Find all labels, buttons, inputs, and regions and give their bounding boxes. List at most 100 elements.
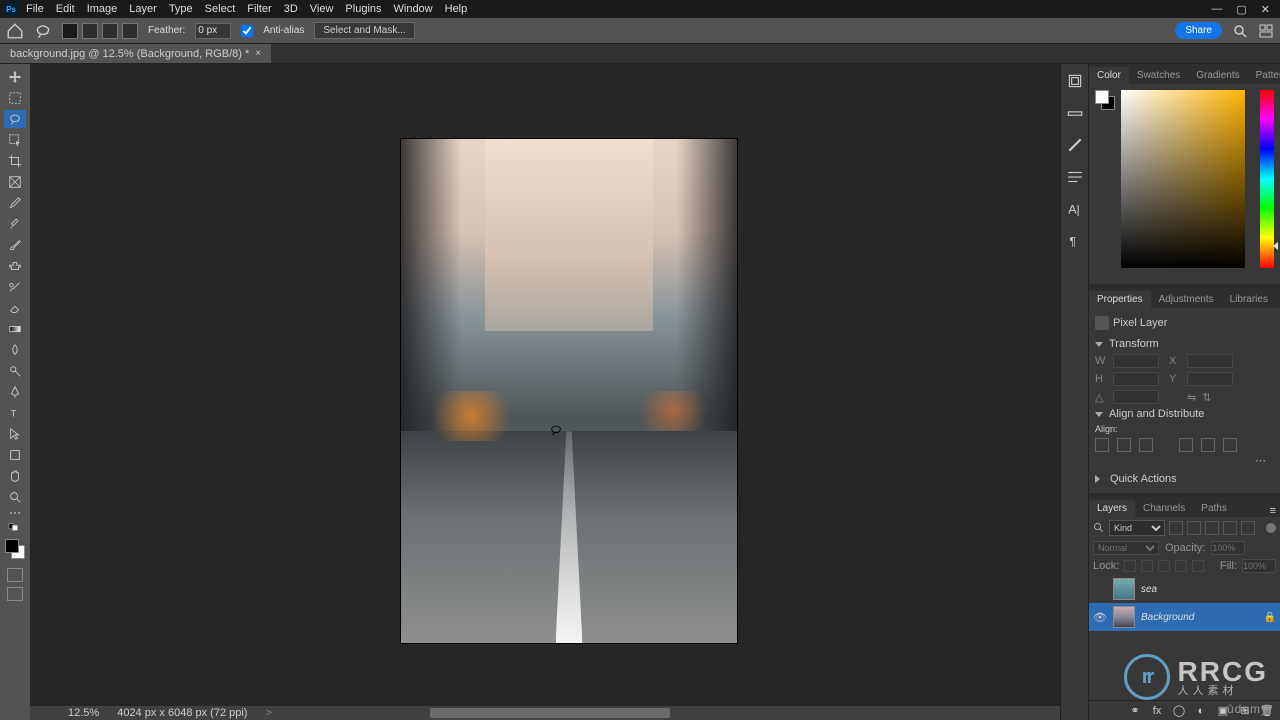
tab-swatches[interactable]: Swatches [1129,67,1188,84]
move-tool[interactable] [4,68,26,86]
gradient-tool[interactable] [4,320,26,338]
lock-artboard-icon[interactable] [1175,560,1187,572]
flip-h-icon[interactable]: ⇋ [1187,391,1196,404]
menu-3d[interactable]: 3D [284,3,298,15]
type-tool[interactable]: T [4,404,26,422]
flip-v-icon[interactable]: ⇅ [1202,391,1211,404]
panel-menu-icon[interactable]: ≡ [1266,505,1280,517]
menu-help[interactable]: Help [445,3,468,15]
clone-stamp-tool[interactable] [4,257,26,275]
crop-tool[interactable] [4,152,26,170]
history-panel-icon[interactable] [1066,72,1084,90]
hand-tool[interactable] [4,467,26,485]
default-colors-icon[interactable] [4,522,26,532]
y-input[interactable] [1187,372,1233,386]
edit-toolbar-icon[interactable] [7,512,23,516]
align-top-icon[interactable] [1179,438,1193,452]
status-arrow-icon[interactable]: > [265,707,271,719]
antialias-checkbox[interactable] [241,25,253,37]
filter-shape-icon[interactable] [1223,521,1237,535]
layer-name[interactable]: Background [1141,612,1194,623]
blend-mode-select[interactable]: Normal [1093,541,1159,555]
link-layers-icon[interactable]: ⚭ [1128,704,1142,718]
subtract-selection-icon[interactable] [102,23,118,39]
align-hcenter-icon[interactable] [1117,438,1131,452]
quick-actions-header[interactable]: Quick Actions [1095,469,1274,489]
transform-section-header[interactable]: Transform [1095,334,1274,354]
align-left-icon[interactable] [1095,438,1109,452]
object-select-tool[interactable] [4,131,26,149]
menu-type[interactable]: Type [169,3,193,15]
add-selection-icon[interactable] [82,23,98,39]
layer-item[interactable]: sea [1089,575,1280,603]
layer-thumbnail[interactable] [1113,578,1135,600]
hue-slider[interactable] [1260,90,1274,268]
layer-item[interactable]: 👁 Background 🔒 [1089,603,1280,631]
menu-select[interactable]: Select [205,3,236,15]
new-selection-icon[interactable] [62,23,78,39]
dodge-tool[interactable] [4,362,26,380]
eyedropper-tool[interactable] [4,194,26,212]
width-input[interactable] [1113,354,1159,368]
tab-gradients[interactable]: Gradients [1188,67,1247,84]
tab-layers[interactable]: Layers [1089,500,1135,517]
lock-position-icon[interactable] [1158,560,1170,572]
quick-mask-icon[interactable] [7,568,23,582]
foreground-background-color[interactable] [5,539,25,559]
zoom-tool[interactable] [4,488,26,506]
select-and-mask-button[interactable]: Select and Mask... [314,22,414,39]
menu-image[interactable]: Image [87,3,118,15]
opacity-input[interactable] [1211,541,1245,555]
layer-thumbnail[interactable] [1113,606,1135,628]
menu-filter[interactable]: Filter [247,3,271,15]
history-brush-tool[interactable] [4,278,26,296]
screen-mode-icon[interactable] [7,587,23,601]
canvas-area[interactable]: 12.5% 4024 px x 6048 px (72 ppi) > [30,64,1060,720]
filter-toggle-icon[interactable] [1266,523,1276,533]
layer-name[interactable]: sea [1141,584,1157,595]
zoom-level[interactable]: 12.5% [68,707,99,719]
document-canvas[interactable] [400,138,738,644]
scrollbar-thumb[interactable] [430,708,670,718]
brush-settings-panel-icon[interactable] [1066,136,1084,154]
align-right-icon[interactable] [1139,438,1153,452]
search-icon[interactable] [1232,23,1248,39]
tab-channels[interactable]: Channels [1135,500,1193,517]
lasso-tool[interactable] [4,110,26,128]
close-button[interactable]: ✕ [1261,3,1270,16]
brush-tool[interactable] [4,236,26,254]
share-button[interactable]: Share [1175,22,1222,39]
glyphs-panel-icon[interactable]: ¶ [1066,232,1084,250]
filter-kind-select[interactable]: Kind [1109,520,1165,536]
intersect-selection-icon[interactable] [122,23,138,39]
shape-tool[interactable] [4,446,26,464]
workspace-switcher-icon[interactable] [1258,23,1274,39]
path-select-tool[interactable] [4,425,26,443]
tab-properties[interactable]: Properties [1089,291,1151,308]
pen-tool[interactable] [4,383,26,401]
feather-input[interactable] [195,23,231,39]
fill-input[interactable] [1242,559,1276,573]
menu-edit[interactable]: Edit [56,3,75,15]
close-tab-icon[interactable]: × [255,48,261,59]
adjustment-layer-icon[interactable]: ◐ [1194,704,1208,718]
minimize-button[interactable]: — [1211,3,1222,16]
menu-view[interactable]: View [310,3,334,15]
height-input[interactable] [1113,372,1159,386]
more-options-icon[interactable]: ⋯ [1095,452,1274,469]
x-input[interactable] [1187,354,1233,368]
color-field[interactable] [1121,90,1245,268]
layer-mask-icon[interactable]: ◯ [1172,704,1186,718]
tab-patterns[interactable]: Patterns [1248,67,1280,84]
maximize-button[interactable]: ▢ [1236,3,1246,16]
filter-pixel-icon[interactable] [1169,521,1183,535]
hue-pointer-icon[interactable] [1273,242,1278,250]
frame-tool[interactable] [4,173,26,191]
menu-file[interactable]: File [26,3,44,15]
blur-tool[interactable] [4,341,26,359]
home-button[interactable] [6,22,24,40]
visibility-toggle-icon[interactable]: 👁 [1093,611,1107,624]
search-icon[interactable] [1093,522,1105,534]
filter-type-icon[interactable] [1205,521,1219,535]
filter-adjust-icon[interactable] [1187,521,1201,535]
